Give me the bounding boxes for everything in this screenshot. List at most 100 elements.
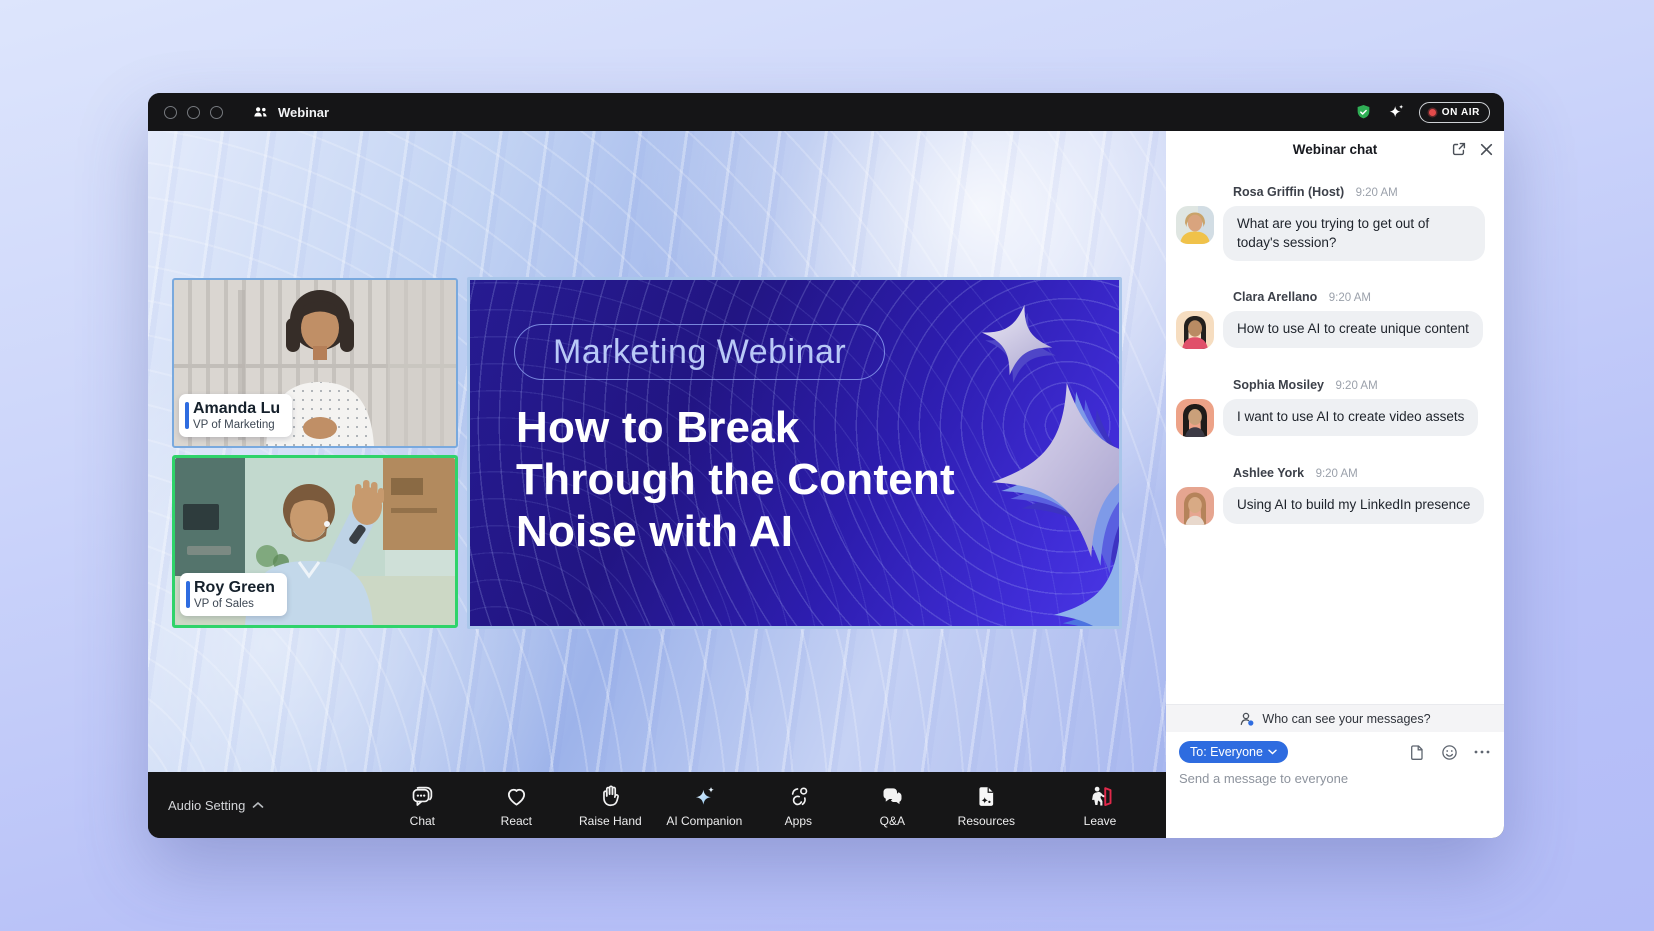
people-icon (251, 103, 270, 122)
slide-title-line: Noise with AI (516, 506, 955, 558)
toolbar-label: Q&A (880, 814, 905, 828)
file-icon (1409, 744, 1425, 761)
toolbar-label: AI Companion (666, 814, 742, 828)
message-sender: Rosa Griffin (Host) (1233, 185, 1344, 199)
slide-badge-label: Marketing Webinar (553, 333, 846, 372)
message-time: 9:20 AM (1356, 187, 1398, 199)
apps-button[interactable]: Apps (758, 783, 838, 828)
recipient-label: To: Everyone (1190, 745, 1263, 759)
on-air-badge: ON AIR (1419, 102, 1490, 123)
leave-button[interactable]: Leave (1060, 783, 1140, 828)
popout-chat-button[interactable] (1451, 141, 1467, 157)
chat-bubble-icon (409, 783, 436, 810)
audio-setting-button[interactable]: Audio Setting (168, 798, 264, 813)
on-air-dot (1429, 109, 1436, 116)
chat-header-title: Webinar chat (1293, 142, 1378, 157)
ai-companion-button[interactable]: AI Companion (664, 783, 744, 828)
resources-doc-icon (973, 783, 1000, 810)
avatar-rosa (1176, 206, 1214, 244)
message-bubble: What are you trying to get out of today'… (1223, 206, 1485, 261)
shared-slide[interactable]: Marketing Webinar How to Break Through t… (467, 277, 1122, 629)
message-sender: Ashlee York (1233, 466, 1304, 480)
recipient-selector[interactable]: To: Everyone (1179, 741, 1288, 763)
close-chat-button[interactable] (1479, 142, 1494, 157)
speaker-name: Roy Green (194, 579, 275, 597)
sparkle-icon[interactable] (1386, 102, 1406, 122)
chat-message: Sophia Mosiley 9:20 AM I want to use AI … (1176, 376, 1493, 437)
toolbar-label: React (501, 814, 532, 828)
message-time: 9:20 AM (1335, 380, 1377, 392)
window-minimize-button[interactable] (187, 106, 200, 119)
heart-icon (503, 783, 530, 810)
toolbar-label: Leave (1084, 814, 1117, 828)
slide-title-line: Through the Content (516, 454, 955, 506)
titlebar: Webinar ON AIR (148, 93, 1504, 131)
message-sender: Sophia Mosiley (1233, 378, 1324, 392)
message-time: 9:20 AM (1329, 292, 1371, 304)
app-title-group: Webinar (251, 103, 329, 122)
speaker-name: Amanda Lu (193, 400, 280, 418)
avatar-ashlee (1176, 487, 1214, 525)
app-title: Webinar (278, 105, 329, 120)
video-tile-amanda[interactable]: Amanda Lu VP of Marketing (172, 278, 458, 448)
message-bubble: Using AI to build my LinkedIn presence (1223, 487, 1484, 524)
chevron-down-icon (1268, 749, 1277, 755)
chevron-up-icon (252, 801, 264, 809)
shield-check-icon[interactable] (1354, 103, 1373, 122)
more-icon (1474, 750, 1490, 754)
chat-message-list[interactable]: Rosa Griffin (Host) 9:20 AM What are you… (1166, 167, 1504, 704)
ai-sparkle-icon (691, 783, 718, 810)
chat-message: Ashlee York 9:20 AM Using AI to build my… (1176, 464, 1493, 525)
chat-message-input[interactable] (1179, 771, 1479, 786)
nametag-roy: Roy Green VP of Sales (180, 573, 287, 616)
slide-title-line: How to Break (516, 402, 955, 454)
on-air-label: ON AIR (1442, 107, 1480, 118)
qa-button[interactable]: Q&A (852, 783, 932, 828)
speaker-title: VP of Marketing (193, 419, 280, 431)
privacy-note-text: Who can see your messages? (1262, 712, 1430, 726)
leave-door-icon (1087, 783, 1114, 810)
apps-icon (785, 783, 812, 810)
avatar-sophia (1176, 399, 1214, 437)
raise-hand-button[interactable]: Raise Hand (570, 783, 650, 828)
window-close-button[interactable] (164, 106, 177, 119)
popout-icon (1451, 141, 1467, 157)
emoji-icon (1441, 744, 1458, 761)
message-time: 9:20 AM (1316, 468, 1358, 480)
toolbar-label: Raise Hand (579, 814, 642, 828)
webinar-window: Webinar ON AIR (148, 93, 1504, 838)
toolbar-label: Chat (410, 814, 435, 828)
video-tile-roy-active-speaker[interactable]: Roy Green VP of Sales (172, 455, 458, 628)
message-bubble: How to use AI to create unique content (1223, 311, 1483, 348)
nametag-amanda: Amanda Lu VP of Marketing (179, 394, 292, 437)
window-controls (164, 106, 223, 119)
chat-header: Webinar chat (1166, 131, 1504, 167)
chat-message: Clara Arellano 9:20 AM How to use AI to … (1176, 288, 1493, 349)
react-button[interactable]: React (476, 783, 556, 828)
message-bubble: I want to use AI to create video assets (1223, 399, 1478, 436)
avatar-clara (1176, 311, 1214, 349)
resources-button[interactable]: Resources (946, 783, 1026, 828)
chat-footer: Who can see your messages? To: Everyone (1166, 704, 1504, 838)
meeting-toolbar: Audio Setting Chat (148, 772, 1166, 838)
close-icon (1479, 142, 1494, 157)
slide-badge: Marketing Webinar (514, 324, 885, 380)
qa-bubbles-icon (879, 783, 906, 810)
window-zoom-button[interactable] (210, 106, 223, 119)
raised-hand-icon (597, 783, 624, 810)
toolbar-label: Resources (958, 814, 1015, 828)
slide-title: How to Break Through the Content Noise w… (516, 402, 955, 558)
speaker-title: VP of Sales (194, 598, 275, 610)
privacy-note-bar[interactable]: Who can see your messages? (1166, 705, 1504, 732)
emoji-button[interactable] (1441, 744, 1458, 761)
audio-setting-label: Audio Setting (168, 798, 245, 813)
privacy-person-icon (1239, 711, 1255, 727)
attach-file-button[interactable] (1409, 744, 1425, 761)
webinar-chat-panel: Webinar chat (1166, 131, 1504, 838)
video-stage: Amanda Lu VP of Marketing (148, 131, 1166, 772)
message-sender: Clara Arellano (1233, 290, 1317, 304)
chat-button[interactable]: Chat (382, 783, 462, 828)
more-options-button[interactable] (1474, 750, 1490, 754)
composer-spacer (1166, 786, 1504, 838)
chat-message: Rosa Griffin (Host) 9:20 AM What are you… (1176, 183, 1493, 261)
